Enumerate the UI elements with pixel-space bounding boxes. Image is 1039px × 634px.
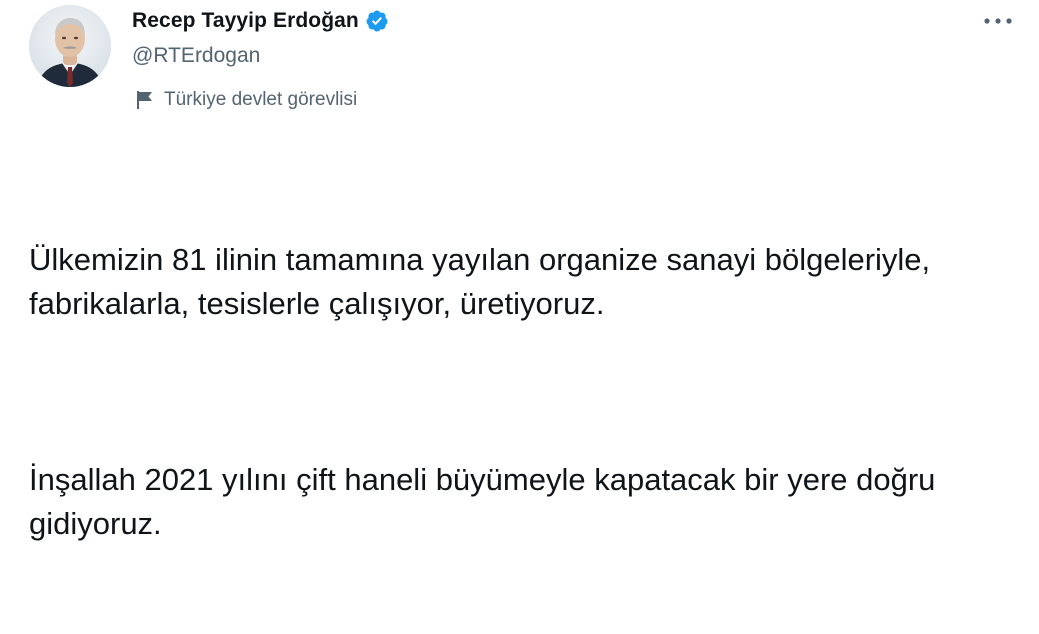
- account-label: Türkiye devlet görevlisi: [136, 89, 357, 111]
- tweet-paragraph-1: Ülkemizin 81 ilinin tamamına yayılan org…: [29, 242, 939, 321]
- name-row: Recep Tayyip Erdoğan: [132, 6, 1019, 36]
- avatar[interactable]: [29, 5, 111, 87]
- avatar-portrait: [29, 5, 111, 87]
- flag-icon: [136, 90, 154, 110]
- more-dots-icon: [984, 18, 1012, 24]
- tweet-paragraph-2: İnşallah 2021 yılını çift haneli büyümey…: [29, 462, 945, 541]
- verified-badge-icon: [365, 9, 389, 33]
- author-display-name[interactable]: Recep Tayyip Erdoğan: [132, 9, 359, 33]
- tweet-header: Recep Tayyip Erdoğan @RTErdogan Türkiye …: [132, 6, 1019, 110]
- author-handle[interactable]: @RTErdogan: [132, 44, 260, 68]
- tweet-text: Ülkemizin 81 ilinin tamamına yayılan org…: [29, 150, 1019, 634]
- tweet: Recep Tayyip Erdoğan @RTErdogan Türkiye …: [0, 0, 1039, 541]
- more-button[interactable]: [981, 8, 1015, 34]
- account-label-text: Türkiye devlet görevlisi: [164, 89, 358, 110]
